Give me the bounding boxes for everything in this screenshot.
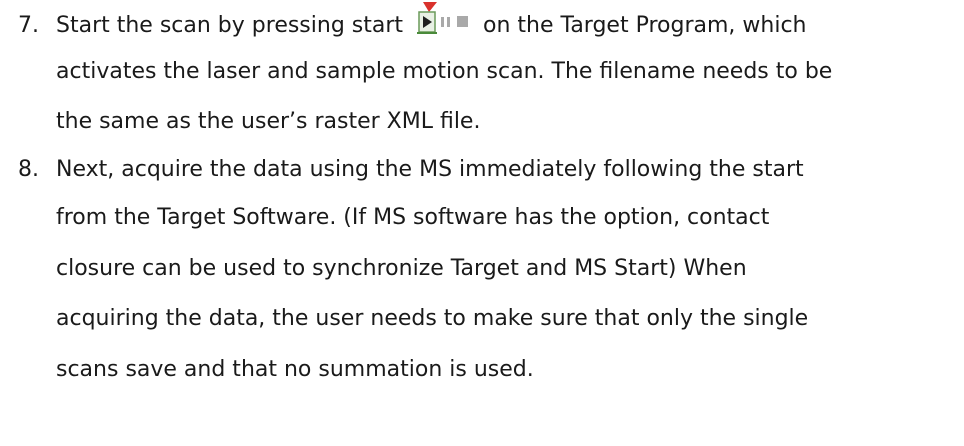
step-number: 8. xyxy=(18,157,39,182)
step-8-line-4: acquiring the data, the user needs to ma… xyxy=(56,306,809,331)
step-8-line-2: from the Target Software. (If MS softwar… xyxy=(56,205,770,230)
step-7-line-1-text-before: Start the scan by pressing start xyxy=(56,13,404,38)
step-number: 7. xyxy=(18,13,39,38)
step-8-line-5: scans save and that no summation is used… xyxy=(56,357,534,382)
play-pause-stop-toolbar-icon xyxy=(413,2,475,38)
step-8-line-1: Next, acquire the data using the MS imme… xyxy=(56,157,804,182)
step-7-line-2: activates the laser and sample motion sc… xyxy=(56,59,833,84)
step-8-line-3: closure can be used to synchronize Targe… xyxy=(56,256,747,281)
step-7-line-1-text-after: on the Target Program, which xyxy=(483,13,807,38)
document-page: 7. Start the scan by pressing start on t… xyxy=(0,0,964,446)
step-7-line-1: Start the scan by pressing start on the … xyxy=(56,2,806,50)
step-7-line-3: the same as the user’s raster XML file. xyxy=(56,109,481,134)
